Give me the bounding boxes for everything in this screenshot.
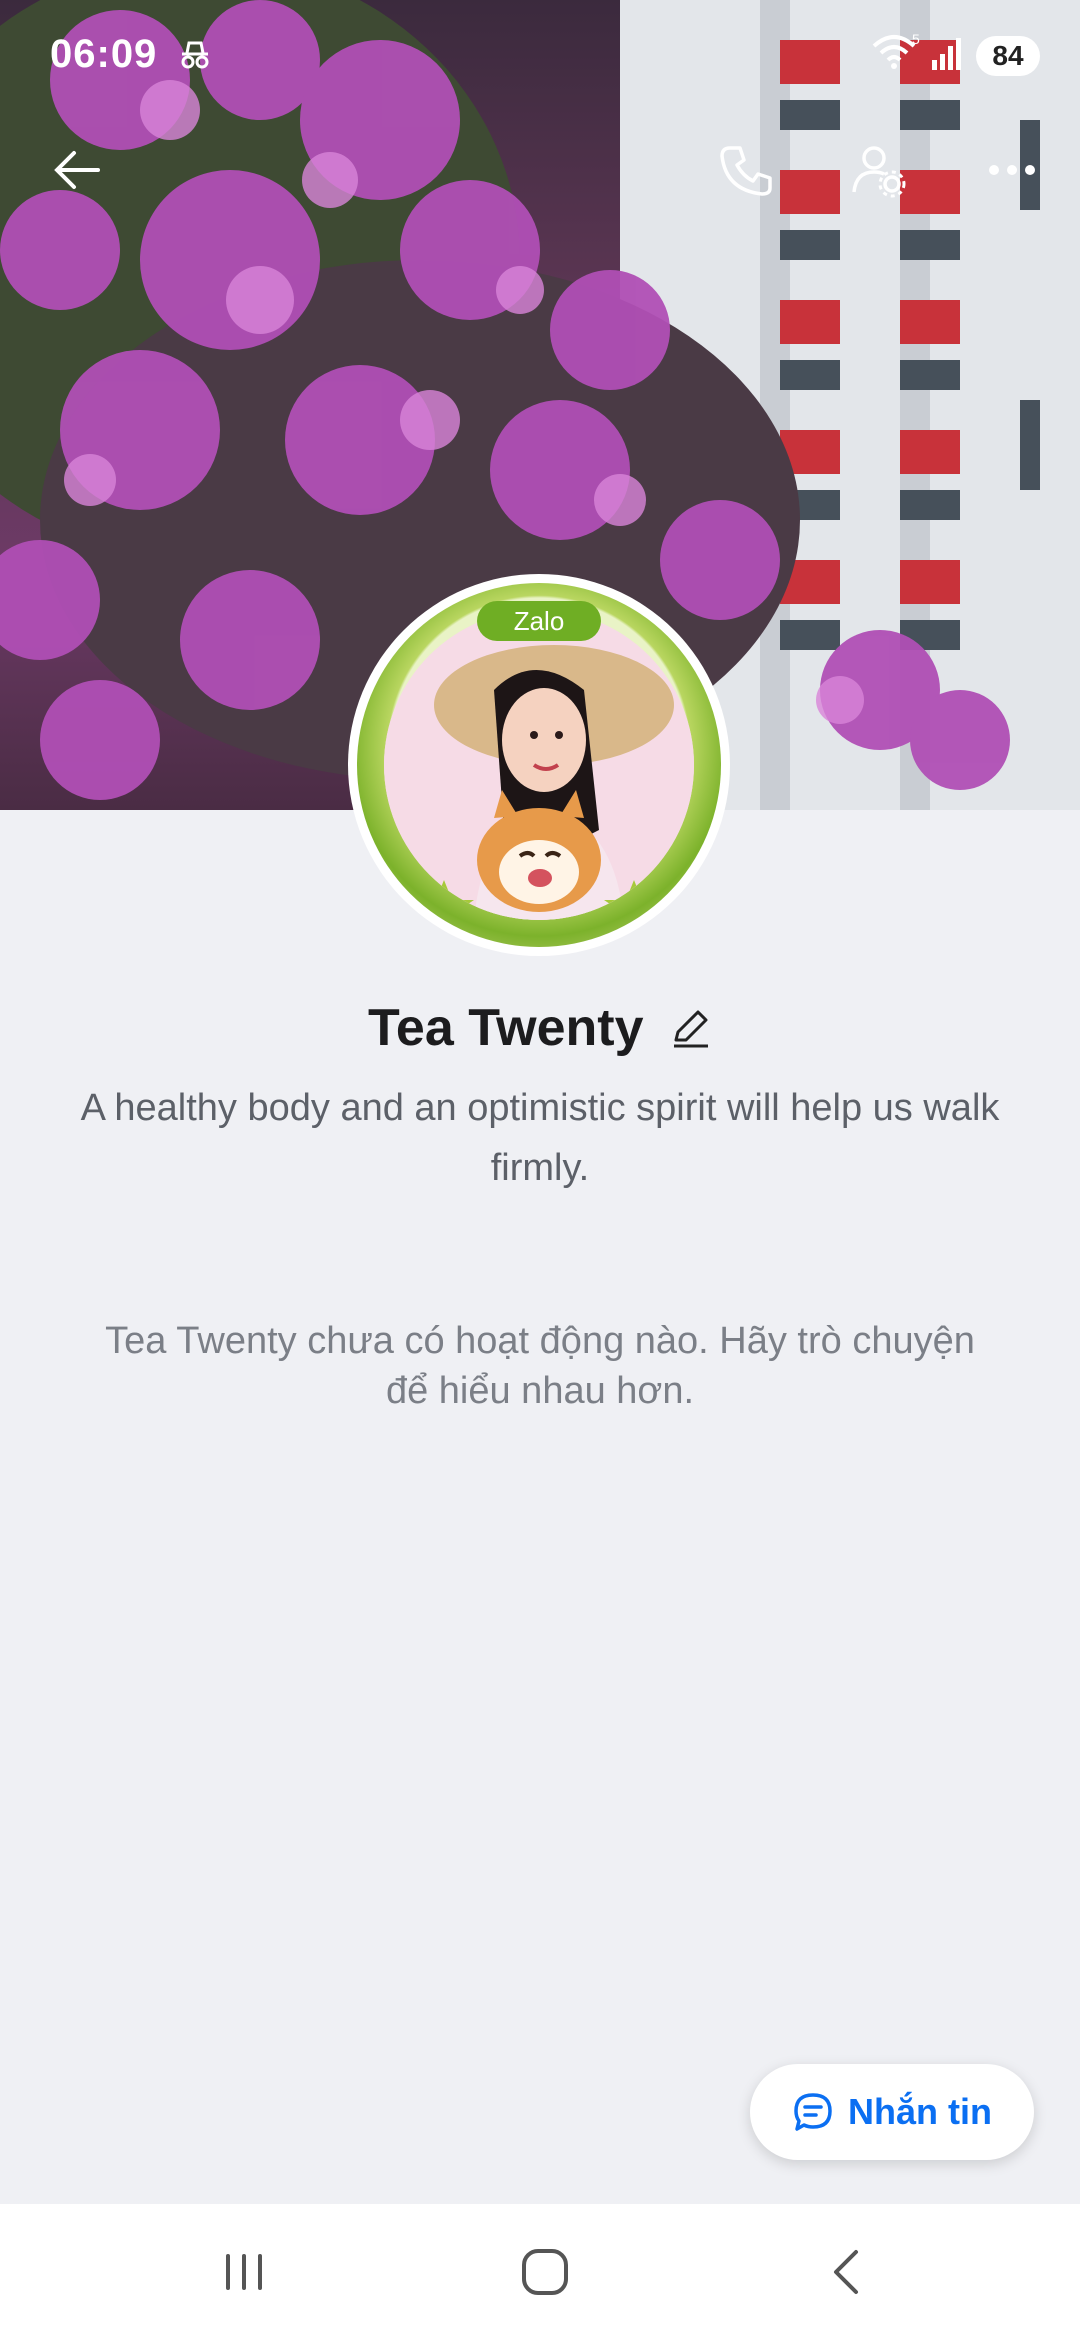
system-nav-bar — [0, 2204, 1080, 2340]
more-button[interactable] — [972, 130, 1052, 210]
edit-pencil-icon[interactable] — [668, 1006, 712, 1050]
recents-icon — [226, 2254, 262, 2290]
user-settings-button[interactable] — [838, 130, 918, 210]
send-message-button[interactable]: Nhắn tin — [750, 2064, 1034, 2160]
profile-bio: A healthy body and an optimistic spirit … — [80, 1087, 1000, 1189]
recents-button[interactable] — [204, 2240, 284, 2304]
back-button[interactable] — [38, 130, 118, 210]
send-message-label: Nhắn tin — [848, 2091, 992, 2132]
wifi-icon: 5 — [872, 32, 920, 69]
back-arrow-icon — [54, 151, 100, 189]
zalo-badge: Zalo — [477, 601, 601, 641]
status-bar: 06:09 5 84 — [0, 0, 1080, 110]
user-settings-icon — [852, 146, 906, 198]
chat-bubble-icon — [794, 2093, 832, 2131]
home-icon — [522, 2249, 568, 2295]
call-button[interactable] — [706, 130, 786, 210]
avatar-frame: Zalo — [357, 583, 721, 947]
more-icon — [989, 165, 1035, 175]
back-icon — [834, 2250, 858, 2294]
incognito-icon — [181, 41, 209, 69]
status-time: 06:09 — [50, 32, 158, 76]
avatar[interactable]: Zalo — [348, 574, 730, 956]
profile-name: Tea Twenty — [368, 999, 644, 1057]
nav-back-button[interactable] — [808, 2240, 888, 2304]
profile-name-row: Tea Twenty — [0, 998, 1080, 1058]
phone-icon — [720, 146, 772, 196]
svg-text:5: 5 — [912, 32, 920, 47]
avatar-photo — [384, 610, 694, 920]
signal-icon — [932, 38, 961, 70]
battery-icon: 84 — [976, 36, 1040, 76]
empty-activity-message: Tea Twenty chưa có hoạt động nào. Hãy tr… — [105, 1320, 975, 1412]
home-button[interactable] — [505, 2240, 585, 2304]
